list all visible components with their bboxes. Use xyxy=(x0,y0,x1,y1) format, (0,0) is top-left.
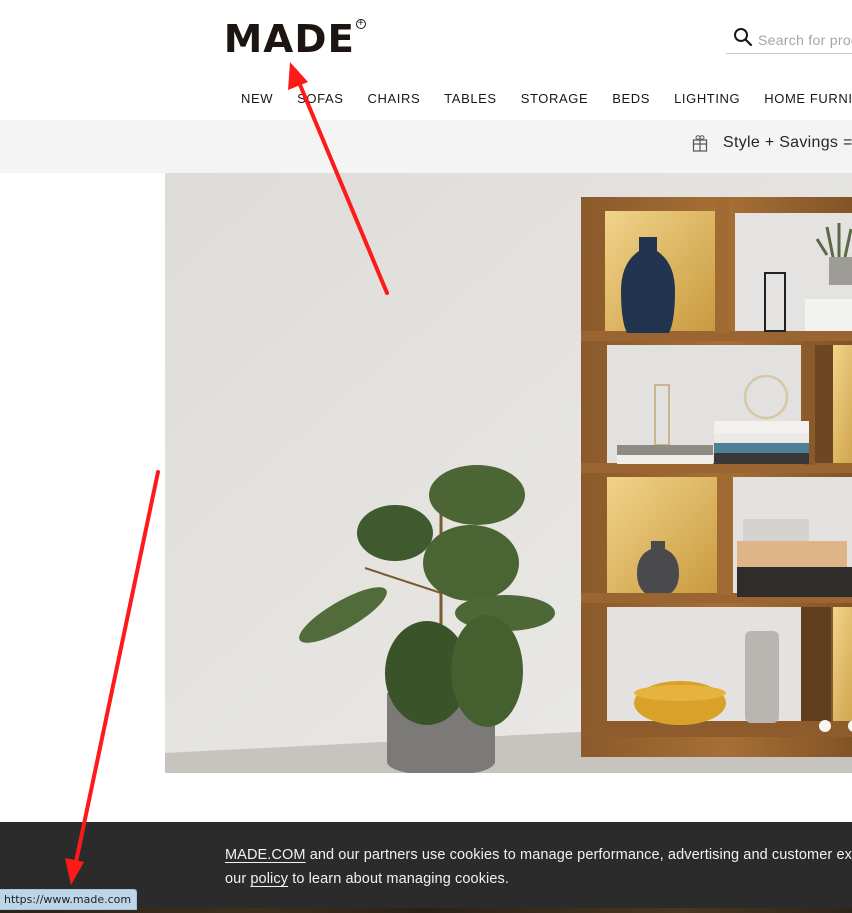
stone-vase xyxy=(745,631,779,723)
gift-icon xyxy=(692,134,708,152)
nav-item-home-furnishings[interactable]: HOME FURNISHINGS xyxy=(764,91,852,106)
nav-item-chairs[interactable]: CHAIRS xyxy=(368,91,421,106)
promo-bar[interactable]: Style + Savings = xyxy=(0,120,852,173)
logo-plus-mark: + xyxy=(355,19,366,29)
nav-item-beds[interactable]: BEDS xyxy=(612,91,650,106)
cookie-text-prefix: our xyxy=(225,871,251,887)
search-bar xyxy=(726,26,852,54)
hero-illustration xyxy=(165,173,852,773)
browser-status-url: https://www.made.com xyxy=(0,889,138,910)
main-nav: NEW SOFAS CHAIRS TABLES STORAGE BEDS LIG… xyxy=(241,91,852,106)
nav-item-tables[interactable]: TABLES xyxy=(444,91,497,106)
made-com-link[interactable]: MADE.COM xyxy=(225,847,306,863)
site-header: MADE + NEW SOFAS CHAIRS TABLES STORAGE B… xyxy=(0,0,852,120)
search-input[interactable] xyxy=(758,31,852,48)
policy-link[interactable]: policy xyxy=(250,871,288,887)
cookie-text-suffix: to learn about managing cookies. xyxy=(288,871,510,887)
carousel-dot-1[interactable] xyxy=(819,720,831,732)
cookie-message: MADE.COM and our partners use cookies to… xyxy=(225,843,852,891)
search-icon[interactable] xyxy=(732,26,754,48)
hero-banner-image[interactable] xyxy=(165,173,852,773)
promo-text: Style + Savings = xyxy=(723,134,852,151)
nav-item-storage[interactable]: STORAGE xyxy=(521,91,589,106)
nav-item-lighting[interactable]: LIGHTING xyxy=(674,91,740,106)
nav-item-sofas[interactable]: SOFAS xyxy=(297,91,343,106)
logo-text: MADE xyxy=(223,17,356,61)
cookie-text-line-1: and our partners use cookies to manage p… xyxy=(309,847,852,863)
made-logo[interactable]: MADE + xyxy=(223,17,366,61)
nav-item-new[interactable]: NEW xyxy=(241,91,273,106)
